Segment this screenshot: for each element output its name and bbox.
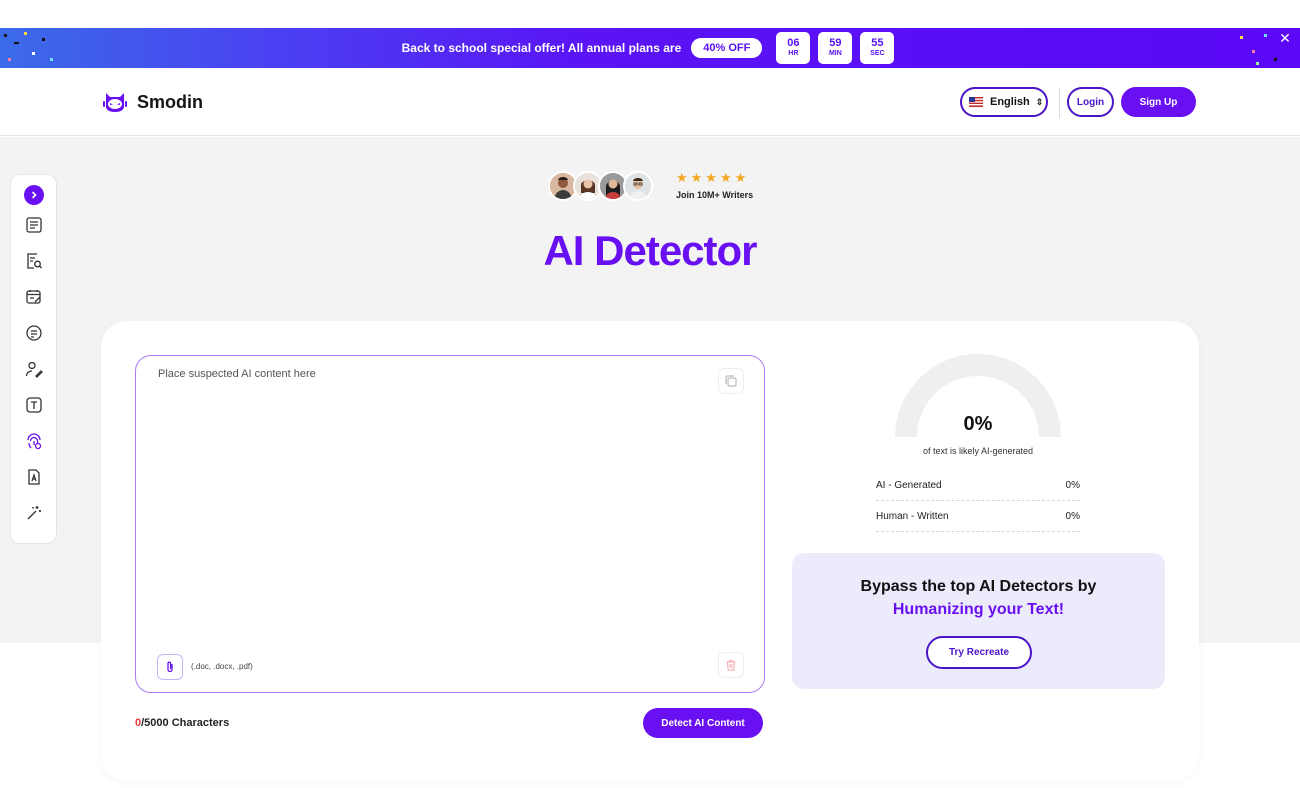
robot-logo-icon xyxy=(103,93,127,112)
countdown-value: 55 xyxy=(871,37,884,49)
detector-card: (.doc, .docx, .pdf) 0/5000 Characters De… xyxy=(101,321,1199,781)
countdown-seconds: 55 SEC xyxy=(860,32,895,64)
fingerprint-icon[interactable] xyxy=(24,431,44,451)
user-pen-icon[interactable] xyxy=(24,359,44,379)
ai-score-caption: of text is likely AI-generated xyxy=(922,446,1034,456)
character-counter: 0/5000 Characters xyxy=(135,717,229,729)
ai-score-percent: 0% xyxy=(963,413,993,435)
result-label: Human - Written xyxy=(876,511,949,522)
countdown-minutes: 59 MIN xyxy=(818,32,853,64)
confetti-decoration xyxy=(0,28,60,68)
result-label: AI - Generated xyxy=(876,480,942,491)
result-row-ai: AI - Generated 0% xyxy=(876,471,1080,501)
social-proof-text: Join 10M+ Writers xyxy=(676,190,754,200)
countdown-hours: 06 HR xyxy=(776,32,811,64)
expand-icon[interactable] xyxy=(24,185,44,205)
countdown-unit: MIN xyxy=(828,50,842,57)
writer-avatars xyxy=(548,171,653,203)
result-value: 0% xyxy=(1065,480,1080,491)
notes-edit-icon[interactable] xyxy=(24,287,44,307)
language-label: English xyxy=(990,96,1030,108)
clear-button[interactable] xyxy=(718,652,744,678)
chat-document-icon[interactable] xyxy=(24,323,44,343)
site-header: Smodin English ⇕ Login Sign Up xyxy=(0,68,1300,136)
promo-text: Back to school special offer! All annual… xyxy=(401,41,682,55)
promo-banner: Back to school special offer! All annual… xyxy=(0,28,1300,68)
trash-icon xyxy=(726,659,736,671)
countdown-value: 06 xyxy=(787,37,800,49)
discount-badge: 40% OFF xyxy=(691,38,763,58)
detect-ai-button[interactable]: Detect AI Content xyxy=(643,708,763,738)
text-editor: (.doc, .docx, .pdf) xyxy=(135,355,765,693)
bypass-highlight: Humanizing your Text! xyxy=(892,601,1065,618)
signup-button[interactable]: Sign Up xyxy=(1121,87,1196,117)
attach-file-button[interactable] xyxy=(157,654,183,680)
copy-icon xyxy=(725,375,737,387)
rating-stars: ★★★★★ xyxy=(676,170,750,185)
header-divider xyxy=(1059,88,1060,118)
file-a-icon[interactable] xyxy=(24,467,44,487)
countdown-value: 59 xyxy=(829,37,842,49)
countdown-unit: SEC xyxy=(870,50,885,57)
char-count-limit: /5000 Characters xyxy=(141,717,230,729)
login-button[interactable]: Login xyxy=(1067,87,1114,117)
try-recreate-button[interactable]: Try Recreate xyxy=(926,636,1032,669)
result-value: 0% xyxy=(1065,511,1080,522)
chevron-updown-icon: ⇕ xyxy=(1035,96,1044,107)
text-box-icon[interactable] xyxy=(24,395,44,415)
brand-name: Smodin xyxy=(137,91,203,112)
paperclip-icon xyxy=(167,661,173,673)
magic-wand-icon[interactable] xyxy=(24,503,44,523)
content-input[interactable] xyxy=(158,368,708,648)
brand-logo[interactable]: Smodin xyxy=(102,90,203,114)
close-icon[interactable]: ✕ xyxy=(1278,31,1292,45)
paste-button[interactable] xyxy=(718,368,744,394)
file-types-hint: (.doc, .docx, .pdf) xyxy=(191,662,253,671)
result-row-human: Human - Written 0% xyxy=(876,502,1080,532)
us-flag-icon xyxy=(969,97,983,107)
countdown-unit: HR xyxy=(788,50,799,57)
page-title: AI Detector xyxy=(543,227,757,274)
language-selector[interactable]: English ⇕ xyxy=(960,87,1048,117)
avatar xyxy=(623,171,653,201)
bypass-promo-box: Bypass the top AI Detectors by Humanizin… xyxy=(792,553,1165,689)
bypass-heading: Bypass the top AI Detectors by xyxy=(860,578,1097,595)
